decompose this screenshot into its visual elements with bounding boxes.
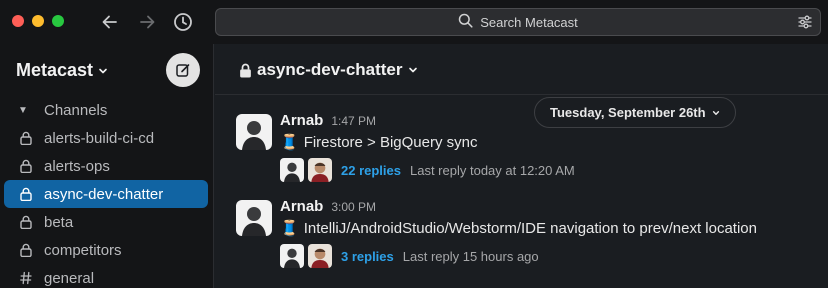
- last-reply-text: Last reply 15 hours ago: [402, 248, 539, 264]
- channel-label: general: [44, 269, 95, 287]
- channel-header: async-dev-chatter: [215, 44, 828, 95]
- author-name: Arnab: [280, 198, 324, 215]
- sidebar-item-async-dev-chatter[interactable]: async-dev-chatter: [4, 180, 208, 208]
- lock-icon: [240, 63, 251, 77]
- search-bar[interactable]: Search Metacast: [215, 8, 821, 36]
- hash-icon: [4, 271, 44, 285]
- message-text: 🧵 IntelliJ/AndroidStudio/Webstorm/IDE na…: [280, 219, 757, 238]
- message-time[interactable]: 3:00 PM: [331, 200, 376, 214]
- channel-label: beta: [44, 213, 74, 231]
- search-icon: [458, 13, 473, 31]
- message[interactable]: Arnab 1:47 PM 🧵 Firestore > BigQuery sync…: [215, 112, 828, 192]
- compose-button[interactable]: [166, 53, 200, 87]
- thread-summary[interactable]: 3 replies Last reply 15 hours ago: [280, 244, 539, 268]
- message-author[interactable]: Arnab 3:00 PM: [280, 198, 376, 215]
- lock-icon: [4, 131, 44, 145]
- sidebar-item-beta[interactable]: beta: [4, 208, 208, 236]
- sidebar: Metacast ▼ Channels alerts-build-ci-cd a…: [0, 44, 214, 288]
- channel-label: alerts-ops: [44, 157, 110, 175]
- chevron-down-icon: [99, 68, 107, 73]
- author-name: Arnab: [280, 112, 324, 129]
- channel-view: async-dev-chatter Tuesday, September 26t…: [215, 44, 828, 288]
- message-time[interactable]: 1:47 PM: [331, 114, 376, 128]
- avatar: [280, 244, 304, 268]
- title-bar: Search Metacast: [0, 0, 828, 44]
- message-body: IntelliJ/AndroidStudio/Webstorm/IDE navi…: [303, 219, 757, 237]
- search-placeholder: Search Metacast: [480, 14, 578, 30]
- sidebar-item-alerts-build-ci-cd[interactable]: alerts-build-ci-cd: [4, 124, 208, 152]
- window-zoom-button[interactable]: [52, 15, 64, 27]
- sidebar-item-general[interactable]: general: [4, 264, 208, 288]
- message-body: Firestore > BigQuery sync: [303, 133, 478, 151]
- back-arrow-icon[interactable]: [99, 11, 121, 33]
- forward-arrow-icon[interactable]: [136, 11, 158, 33]
- message-text: 🧵 Firestore > BigQuery sync: [280, 133, 478, 152]
- channel-label: alerts-build-ci-cd: [44, 129, 155, 147]
- thread-spool-icon: 🧵: [280, 134, 299, 151]
- avatar[interactable]: [236, 200, 272, 236]
- caret-down-icon: ▼: [18, 105, 28, 116]
- history-clock-icon[interactable]: [172, 11, 194, 33]
- search-filter-icon[interactable]: [797, 14, 813, 30]
- lock-icon: [4, 215, 44, 229]
- replies-link[interactable]: 3 replies: [341, 249, 394, 264]
- window-close-button[interactable]: [12, 15, 24, 27]
- section-label: Channels: [44, 102, 108, 119]
- chevron-down-icon: [408, 67, 417, 73]
- channel-title-button[interactable]: async-dev-chatter: [239, 60, 418, 80]
- message-author[interactable]: Arnab 1:47 PM: [280, 112, 376, 129]
- workspace-switcher[interactable]: Metacast: [16, 60, 108, 81]
- message[interactable]: Arnab 3:00 PM 🧵 IntelliJ/AndroidStudio/We…: [215, 198, 828, 278]
- lock-icon: [4, 159, 44, 173]
- thread-spool-icon: 🧵: [280, 220, 299, 237]
- thread-summary[interactable]: 22 replies Last reply today at 12:20 AM: [280, 158, 575, 182]
- compose-icon: [176, 64, 190, 77]
- avatar: [280, 158, 304, 182]
- replies-link[interactable]: 22 replies: [341, 163, 401, 178]
- lock-icon: [4, 187, 44, 201]
- channel-label: async-dev-chatter: [44, 185, 164, 203]
- channel-name: async-dev-chatter: [257, 60, 403, 79]
- avatar: [308, 158, 332, 182]
- channel-label: competitors: [44, 241, 122, 259]
- workspace-name: Metacast: [16, 60, 94, 80]
- sidebar-item-alerts-ops[interactable]: alerts-ops: [4, 152, 208, 180]
- sidebar-item-competitors[interactable]: competitors: [4, 236, 208, 264]
- window-minimize-button[interactable]: [32, 15, 44, 27]
- channels-section-header[interactable]: ▼ Channels: [18, 102, 107, 119]
- avatar[interactable]: [236, 114, 272, 150]
- lock-icon: [4, 243, 44, 257]
- avatar: [308, 244, 332, 268]
- last-reply-text: Last reply today at 12:20 AM: [410, 162, 575, 178]
